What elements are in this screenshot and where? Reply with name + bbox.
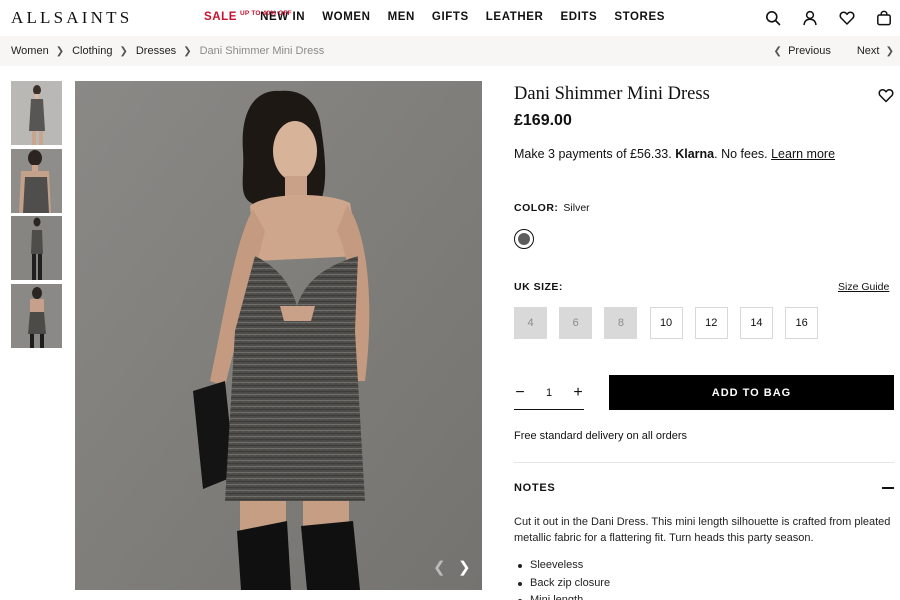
chevron-right-icon: ❯ <box>183 45 192 57</box>
color-row: COLOR: Silver <box>514 202 590 214</box>
nav-item-men[interactable]: MEN <box>388 11 415 23</box>
bag-icon[interactable] <box>876 10 892 26</box>
product-price: £169.00 <box>514 112 572 129</box>
previous-label: Previous <box>788 45 831 57</box>
nav-item-gifts[interactable]: GIFTS <box>432 11 469 23</box>
sale-badge: UP TO 40% OFF <box>240 10 292 17</box>
chevron-right-icon: ❯ <box>885 45 894 57</box>
heart-icon[interactable] <box>878 88 894 103</box>
thumbnail-image <box>11 283 62 348</box>
notes-description: Cut it out in the Dani Dress. This mini … <box>514 516 891 544</box>
size-option-4[interactable]: 4 <box>514 307 547 339</box>
color-swatch-silver[interactable] <box>514 229 534 249</box>
breadcrumb-dresses[interactable]: Dresses <box>136 45 176 57</box>
size-option-16[interactable]: 16 <box>785 307 819 339</box>
divider <box>514 462 894 463</box>
thumbnail-list <box>11 81 62 351</box>
size-option-6[interactable]: 6 <box>559 307 593 339</box>
nav-item-edits[interactable]: EDITS <box>560 11 597 23</box>
main-nav: SALE UP TO 40% OFF NEW IN WOMEN MEN GIFT… <box>204 10 682 23</box>
chevron-right-icon: ❯ <box>55 45 65 57</box>
header-icons <box>744 10 892 26</box>
product-photo <box>75 81 482 590</box>
thumbnail-image <box>11 81 62 145</box>
breadcrumb-clothing[interactable]: Clothing <box>72 45 112 57</box>
notes-bullet-list: Sleeveless Back zip closure Mini length <box>514 557 610 600</box>
size-guide-link[interactable]: Size Guide <box>838 281 889 293</box>
image-prev-arrow[interactable]: ❮ <box>433 560 446 575</box>
list-item: Mini length <box>514 592 610 600</box>
notes-heading[interactable]: NOTES <box>514 482 555 494</box>
size-option-10[interactable]: 10 <box>649 307 683 339</box>
color-value: Silver <box>563 202 590 214</box>
next-product-link[interactable]: Next ❯ <box>857 45 894 57</box>
previous-product-link[interactable]: ❮ Previous <box>774 45 831 57</box>
nav-item-sale[interactable]: SALE UP TO 40% OFF <box>204 10 292 23</box>
site-header: ALLSAINTS SALE UP TO 40% OFF NEW IN WOME… <box>0 0 900 36</box>
account-icon[interactable] <box>802 10 818 26</box>
chevron-left-icon: ❮ <box>773 45 782 57</box>
list-item: Sleeveless <box>514 557 610 575</box>
thumbnail-2[interactable] <box>11 148 62 213</box>
nav-item-women[interactable]: WOMEN <box>322 11 370 23</box>
color-label: COLOR: <box>514 202 559 214</box>
quantity-increment-button[interactable]: + <box>572 384 584 401</box>
size-option-12[interactable]: 12 <box>694 307 728 339</box>
search-icon[interactable] <box>765 10 781 26</box>
klarna-brand: Klarna <box>675 147 715 161</box>
thumbnail-1[interactable] <box>11 81 62 145</box>
klarna-message: Make 3 payments of £56.33. Klarna. No fe… <box>514 147 835 161</box>
klarna-suffix: . No fees. <box>714 147 768 161</box>
quantity-stepper: − 1 + <box>514 376 584 410</box>
breadcrumb-bar: Women ❯ Clothing ❯ Dresses ❯ Dani Shimme… <box>0 36 900 66</box>
quantity-value: 1 <box>545 386 553 399</box>
thumbnail-3[interactable] <box>11 216 62 280</box>
image-next-arrow[interactable]: ❯ <box>458 560 471 575</box>
brand-logo[interactable]: ALLSAINTS <box>11 8 132 28</box>
chevron-right-icon: ❯ <box>119 45 128 57</box>
nav-item-leather[interactable]: LEATHER <box>486 11 544 23</box>
thumbnail-4[interactable] <box>11 283 62 348</box>
list-item: Back zip closure <box>514 575 610 593</box>
size-selector: 4 6 8 10 12 14 16 <box>514 307 830 339</box>
quantity-decrement-button[interactable]: − <box>514 384 526 401</box>
nav-item-stores[interactable]: STORES <box>614 11 665 23</box>
size-label: UK SIZE: <box>514 281 563 293</box>
breadcrumb-women[interactable]: Women <box>11 45 49 57</box>
nav-label: SALE <box>204 11 238 23</box>
breadcrumb-current: Dani Shimmer Mini Dress <box>199 45 325 57</box>
product-title: Dani Shimmer Mini Dress <box>514 84 710 104</box>
klarna-prefix: Make 3 payments of £56.33. <box>514 147 672 161</box>
learn-more-link[interactable]: Learn more <box>771 147 835 161</box>
size-option-14[interactable]: 14 <box>739 307 773 339</box>
breadcrumb: Women ❯ Clothing ❯ Dresses ❯ Dani Shimme… <box>11 45 324 57</box>
size-option-8[interactable]: 8 <box>604 307 638 339</box>
thumbnail-image <box>11 148 62 213</box>
next-label: Next <box>856 45 880 57</box>
thumbnail-image <box>11 216 62 280</box>
main-product-image[interactable]: ❮ ❯ <box>75 81 482 590</box>
delivery-info: Free standard delivery on all orders <box>514 430 688 442</box>
wishlist-icon[interactable] <box>839 10 855 26</box>
product-pagination: ❮ Previous Next ❯ <box>774 45 894 57</box>
collapse-icon[interactable] <box>882 487 894 489</box>
add-to-bag-button[interactable]: ADD TO BAG <box>609 375 894 410</box>
